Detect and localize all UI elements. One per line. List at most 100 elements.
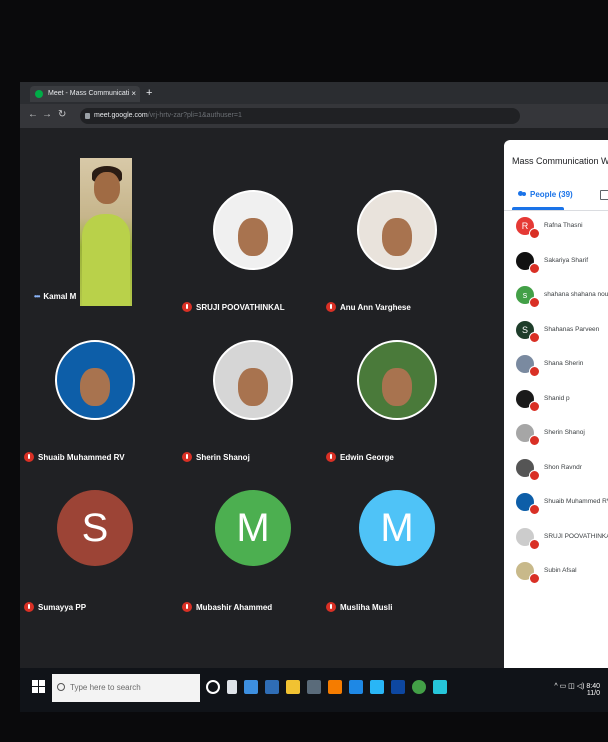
participant-photo-avatar xyxy=(357,340,437,420)
clock-date: 11/0 xyxy=(586,690,600,697)
mic-off-icon xyxy=(182,302,192,312)
taskbar-apps xyxy=(206,680,447,694)
url-field[interactable]: meet.google.com/vrj-hrtv-zar?pli=1&authu… xyxy=(80,108,520,124)
people-name: Rafna Thasni xyxy=(544,222,583,229)
url-path: /vrj-hrtv-zar?pli=1&authuser=1 xyxy=(147,112,242,119)
edge-icon[interactable] xyxy=(244,680,258,694)
people-name: Sakariya Sharif xyxy=(544,256,589,264)
people-list-item[interactable]: Shana Sherin xyxy=(504,348,608,383)
windows-start-icon[interactable] xyxy=(32,680,46,694)
task-view-icon[interactable] xyxy=(227,680,237,694)
participant-name-label: Shuaib Muhammed RV xyxy=(24,452,125,462)
participant-tile[interactable]: M Mubashir Ahammed xyxy=(178,468,328,618)
people-list-item[interactable]: Sherin Shanoj xyxy=(504,417,608,452)
windows-taskbar: Type here to search ^ ▭ ◫ ◁) 8:40 11/0 xyxy=(20,668,608,712)
reload-icon[interactable]: ↻ xyxy=(58,109,66,120)
participant-tile[interactable]: M Musliha Musli xyxy=(322,468,472,618)
people-list-item[interactable]: S Shahanas Parveen xyxy=(504,314,608,349)
participant-name: Edwin George xyxy=(340,452,394,462)
participant-list[interactable]: R Rafna Thasni Sakariya Sharif s shahana sha… xyxy=(504,210,608,590)
people-name: Shana Sherin xyxy=(544,360,584,367)
participant-initial-avatar: S xyxy=(57,490,133,566)
chat-icon[interactable] xyxy=(600,190,608,200)
mic-off-icon xyxy=(529,331,540,343)
file-explorer-icon[interactable] xyxy=(286,680,300,694)
mic-off-icon xyxy=(24,452,34,462)
participant-tile[interactable]: Anu Ann Varghese xyxy=(322,168,472,318)
people-list-item[interactable]: Subin Afsal xyxy=(504,555,608,590)
search-placeholder: Type here to search xyxy=(70,683,141,692)
participant-name: Sherin Shanoj xyxy=(196,452,250,462)
people-name: Subin Afsal xyxy=(544,567,577,574)
people-list-item[interactable]: Shon Ravndr xyxy=(504,452,608,487)
people-list-item[interactable]: R Rafna Thasni xyxy=(504,210,608,245)
participant-name: Shuaib Muhammed RV xyxy=(38,452,125,462)
tray-icons[interactable]: ^ ▭ ◫ ◁) xyxy=(554,683,584,690)
chrome-icon[interactable] xyxy=(412,680,426,694)
participant-tile[interactable]: Edwin George xyxy=(322,318,472,468)
avatar-face xyxy=(238,368,268,406)
participant-name-label: SRUJI POOVATHINKAL xyxy=(182,302,285,312)
mic-off-icon xyxy=(24,602,34,612)
participant-photo-avatar xyxy=(357,190,437,270)
participant-tile[interactable]: S Sumayya PP xyxy=(20,468,170,618)
meet-favicon-icon xyxy=(35,90,43,98)
new-tab-button[interactable]: + xyxy=(146,86,152,100)
people-name: Shon Ravndr xyxy=(544,463,582,471)
participant-name: Sumayya PP xyxy=(38,602,87,612)
tab-people[interactable]: People (39) xyxy=(518,190,573,199)
participant-initial-avatar: M xyxy=(359,490,435,566)
mic-off-icon xyxy=(529,228,540,239)
mic-off-icon xyxy=(529,400,540,412)
video-face xyxy=(94,172,120,204)
meeting-grid: ••• Kamal M SRUJI POOVATHINKAL Anu Ann Va… xyxy=(20,128,496,668)
participant-tile[interactable]: Shuaib Muhammed RV xyxy=(20,318,170,468)
taskbar-search-input[interactable]: Type here to search xyxy=(52,674,200,702)
app-icon[interactable] xyxy=(391,680,405,694)
people-tab-label: People (39) xyxy=(530,190,573,199)
mic-off-icon xyxy=(326,452,336,462)
browser-tab[interactable]: Meet - Mass Communicati × xyxy=(30,86,140,102)
url-domain: meet.google.com xyxy=(94,112,148,119)
people-list-item[interactable]: s shahana shahana noure xyxy=(504,279,608,314)
people-name: Shahanas Parveen xyxy=(544,325,600,333)
participant-tile[interactable]: SRUJI POOVATHINKAL xyxy=(178,168,328,318)
word-icon[interactable] xyxy=(265,680,279,694)
forward-icon[interactable]: → xyxy=(42,109,52,120)
photos-icon[interactable] xyxy=(349,680,363,694)
people-list-item[interactable]: Sakariya Sharif xyxy=(504,245,608,280)
vlc-icon[interactable] xyxy=(328,680,342,694)
participant-name-label: Sherin Shanoj xyxy=(182,452,250,462)
participant-photo-avatar xyxy=(213,340,293,420)
mic-off-icon xyxy=(529,573,540,584)
cortana-icon[interactable] xyxy=(206,680,220,694)
mail-icon[interactable] xyxy=(370,680,384,694)
video-shirt xyxy=(82,214,130,306)
people-list-item[interactable]: Shanid p xyxy=(504,383,608,418)
people-list-item[interactable]: SRUJI POOVATHINKAL xyxy=(504,521,608,556)
mic-off-icon xyxy=(529,538,540,550)
self-video-tile[interactable] xyxy=(80,158,132,306)
more-options-icon[interactable]: ••• xyxy=(34,292,40,301)
participant-photo-avatar xyxy=(55,340,135,420)
participant-photo-avatar xyxy=(213,190,293,270)
people-name: Shanid p xyxy=(544,394,570,402)
mic-off-icon xyxy=(182,602,192,612)
participant-tile[interactable]: Sherin Shanoj xyxy=(178,318,328,468)
people-icon xyxy=(518,191,527,198)
mic-off-icon xyxy=(182,452,192,462)
mic-off-icon xyxy=(529,297,540,308)
tab-title: Meet - Mass Communicati xyxy=(48,90,130,97)
tab-close-icon[interactable]: × xyxy=(131,86,136,102)
back-icon[interactable]: ← xyxy=(28,109,38,120)
store-icon[interactable] xyxy=(307,680,321,694)
self-name-label: ••• Kamal M xyxy=(34,292,76,301)
app2-icon[interactable] xyxy=(433,680,447,694)
clock-time: 8:40 xyxy=(586,683,600,690)
avatar-face xyxy=(382,218,412,256)
participant-name-label: Mubashir Ahammed xyxy=(182,602,272,612)
people-list-item[interactable]: Shuaib Muhammed RV xyxy=(504,486,608,521)
participant-name-label: Sumayya PP xyxy=(24,602,86,612)
people-name: shahana shahana noure xyxy=(544,291,608,298)
mic-off-icon xyxy=(529,262,540,274)
